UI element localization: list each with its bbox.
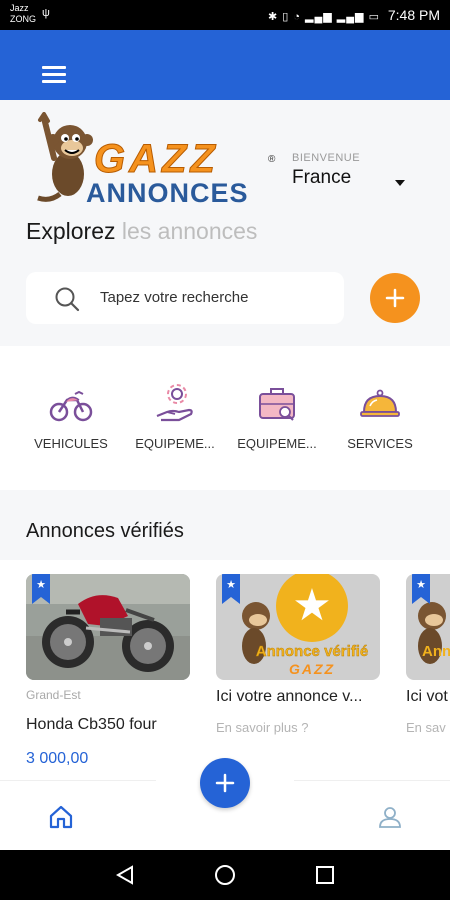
hamburger-icon[interactable]: [42, 66, 66, 84]
briefcase-icon: [259, 388, 295, 421]
verified-ribbon-icon: ★: [32, 574, 50, 604]
user-icon[interactable]: [378, 806, 402, 828]
listing-title: Ici vot: [406, 688, 448, 705]
home-icon[interactable]: [48, 805, 74, 829]
promo-image: ★ Annonce vérifié GAZZ ★: [216, 574, 380, 680]
add-listing-button[interactable]: [200, 758, 250, 808]
hand-flower-icon: [156, 384, 193, 422]
gazz-annonces-logo: GAZZ ® ANNONCES: [37, 112, 276, 204]
motorcycle-icon: [49, 390, 93, 422]
promo-badge-text: Annonce vérifié: [256, 643, 369, 660]
listing-region: Grand-Est: [26, 688, 81, 702]
verified-ribbon-icon: ★: [222, 574, 240, 604]
promo-brand-text: GAZZ: [289, 661, 335, 677]
category-vehicules[interactable]: VEHICULES: [26, 382, 116, 451]
search-icon: [55, 287, 80, 312]
status-bar: Jazz ZONG ψ ✱ ▯ ◔ ▂▄▆ ▂▄▆ ▭ 7:48 PM: [0, 0, 450, 30]
listing-price: 3 000,00: [26, 750, 89, 767]
svg-text:★: ★: [226, 578, 236, 591]
location-selector[interactable]: BIENVENUE France: [292, 152, 422, 189]
category-equipements-2[interactable]: EQUIPEME...: [232, 382, 322, 451]
usb-icon: ψ: [42, 7, 50, 19]
home-system-icon[interactable]: [214, 864, 236, 886]
svg-text:★: ★: [292, 580, 331, 631]
logo-annonces-text: ANNONCES: [86, 178, 249, 204]
explore-light: les annonces: [121, 218, 258, 244]
welcome-label: BIENVENUE: [292, 152, 361, 164]
recents-icon[interactable]: [314, 864, 336, 886]
status-right: ✱ ▯ ◔ ▂▄▆ ▂▄▆ ▭ 7:48 PM: [268, 7, 440, 23]
learn-more-link[interactable]: En savoir plus ?: [216, 720, 309, 735]
explore-strong: Explorez: [26, 218, 116, 244]
logo-gazz-text: GAZZ: [94, 137, 219, 181]
category-equipements-1[interactable]: EQUIPEME...: [130, 382, 220, 451]
plus-icon: [215, 773, 235, 793]
svg-text:★: ★: [416, 578, 426, 591]
category-label: VEHICULES: [34, 436, 108, 451]
promo-badge-text-partial: Ann: [422, 643, 450, 660]
verified-listings: Annonces vérifiés ★ Grand-Est Honda Cb35…: [0, 490, 450, 780]
learn-more-link[interactable]: En sav: [406, 720, 446, 735]
verified-ribbon-icon: ★: [412, 574, 430, 604]
page-title: Explorez les annonces: [26, 218, 257, 245]
system-navigation-bar: [0, 850, 450, 900]
back-icon[interactable]: [114, 864, 136, 886]
carrier-info: Jazz ZONG: [10, 3, 36, 25]
category-label: EQUIPEME...: [135, 436, 215, 451]
carrier-name-2: ZONG: [10, 14, 36, 24]
promo-image: Ann ★: [406, 574, 450, 680]
chevron-down-icon[interactable]: [395, 180, 405, 186]
search-input[interactable]: Tapez votre recherche: [26, 272, 344, 324]
listing-title: Ici votre annonce v...: [216, 688, 363, 705]
header: GAZZ ® ANNONCES BIENVENUE France Explore…: [0, 100, 450, 346]
section-title: Annonces vérifiés: [26, 520, 184, 542]
system-icons: ✱ ▯ ◔ ▂▄▆ ▂▄▆ ▭: [267, 11, 380, 23]
categories: VEHICULES EQUIPEME... EQUIPEME... SERVIC…: [0, 346, 450, 490]
category-label: EQUIPEME...: [237, 436, 317, 451]
service-bell-icon: [360, 389, 400, 417]
listing-photo: ★: [26, 574, 190, 680]
category-label: SERVICES: [347, 436, 413, 451]
svg-text:★: ★: [36, 578, 46, 591]
listing-title: Honda Cb350 four: [26, 716, 157, 733]
category-services[interactable]: SERVICES: [335, 382, 425, 451]
listings-carousel[interactable]: ★ Grand-Est Honda Cb350 four 3 000,00 ★ …: [0, 560, 450, 780]
svg-text:®: ®: [268, 154, 276, 165]
carrier-name-1: Jazz: [10, 3, 29, 13]
plus-icon: [385, 288, 405, 308]
app-bar: [0, 30, 450, 100]
clock: 7:48 PM: [387, 7, 440, 23]
filter-add-button[interactable]: [370, 273, 420, 323]
search-placeholder: Tapez votre recherche: [100, 289, 249, 306]
